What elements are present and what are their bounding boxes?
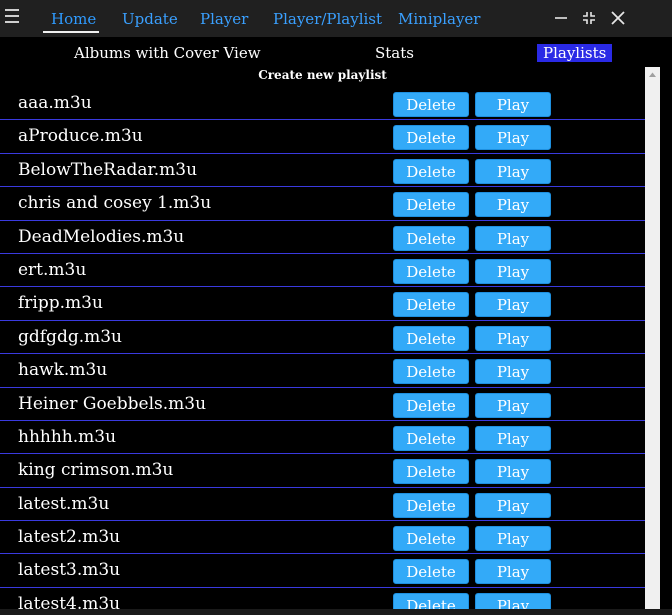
delete-button[interactable]: Delete <box>393 459 469 485</box>
playlist-row: aProduce.m3u Delete Play <box>0 120 645 154</box>
playlist-row: king crimson.m3u Delete Play <box>0 454 645 488</box>
playlist-row: latest2.m3u Delete Play <box>0 521 645 555</box>
playlist-row: gdfgdg.m3u Delete Play <box>0 321 645 355</box>
delete-button[interactable]: Delete <box>393 258 469 284</box>
playlist-row: latest4.m3u Delete Play <box>0 588 645 609</box>
delete-button[interactable]: Delete <box>393 158 469 184</box>
play-button[interactable]: Play <box>475 158 551 184</box>
create-new-playlist-link[interactable]: Create new playlist <box>0 68 645 82</box>
fullscreen-icon[interactable] <box>580 9 598 27</box>
delete-button[interactable]: Delete <box>393 125 469 151</box>
playlist-name: fripp.m3u <box>18 293 103 314</box>
playlist-name: aProduce.m3u <box>18 126 143 147</box>
play-button[interactable]: Play <box>475 459 551 485</box>
play-button[interactable]: Play <box>475 292 551 318</box>
play-button[interactable]: Play <box>475 325 551 351</box>
playlist-name: ert.m3u <box>18 259 87 280</box>
delete-button[interactable]: Delete <box>393 225 469 251</box>
play-button[interactable]: Play <box>475 225 551 251</box>
play-button[interactable]: Play <box>475 359 551 385</box>
tab-player[interactable]: Player <box>200 10 248 28</box>
play-button[interactable]: Play <box>475 425 551 451</box>
playlist-row: chris and cosey 1.m3u Delete Play <box>0 187 645 221</box>
playlist-name: Heiner Goebbels.m3u <box>18 393 207 414</box>
delete-button[interactable]: Delete <box>393 526 469 552</box>
tab-player-playlist[interactable]: Player/Playlist <box>273 10 382 28</box>
playlist-row: Heiner Goebbels.m3u Delete Play <box>0 388 645 421</box>
delete-button[interactable]: Delete <box>393 292 469 318</box>
playlist-row: hawk.m3u Delete Play <box>0 354 645 388</box>
playlist-row: DeadMelodies.m3u Delete Play <box>0 221 645 254</box>
play-button[interactable]: Play <box>475 92 551 117</box>
playlist-name: king crimson.m3u <box>18 460 174 481</box>
playlist-row: hhhhh.m3u Delete Play <box>0 421 645 455</box>
scroll-up-icon[interactable] <box>645 67 660 82</box>
playlist-name: hhhhh.m3u <box>18 426 117 447</box>
playlist-name: latest3.m3u <box>18 560 121 581</box>
play-button[interactable]: Play <box>475 192 551 218</box>
play-button[interactable]: Play <box>475 592 551 609</box>
scrollbar[interactable] <box>645 67 660 611</box>
sub-navigation: Albums with Cover View Stats Playlists <box>0 37 672 67</box>
playlist-name: chris and cosey 1.m3u <box>18 193 212 214</box>
playlist-name: hawk.m3u <box>18 360 108 381</box>
play-button[interactable]: Play <box>475 526 551 552</box>
playlist-name: gdfgdg.m3u <box>18 326 122 347</box>
playlist-name: DeadMelodies.m3u <box>18 226 185 247</box>
playlist-row: latest3.m3u Delete Play <box>0 554 645 588</box>
close-icon[interactable] <box>609 9 627 27</box>
window-edge <box>660 37 672 615</box>
playlist-name: aaa.m3u <box>18 93 92 113</box>
tab-home[interactable]: Home <box>51 10 96 28</box>
playlist-row: aaa.m3u Delete Play <box>0 87 645 121</box>
playlist-row: ert.m3u Delete Play <box>0 254 645 288</box>
play-button[interactable]: Play <box>475 125 551 151</box>
playlist-name: BelowTheRadar.m3u <box>18 159 198 180</box>
playlist-list: aaa.m3u Delete Play aProduce.m3u Delete Play B… <box>0 87 645 609</box>
delete-button[interactable]: Delete <box>393 192 469 218</box>
playlist-name: latest2.m3u <box>18 527 121 548</box>
delete-button[interactable]: Delete <box>393 559 469 585</box>
subnav-albums-cover-view[interactable]: Albums with Cover View <box>74 44 261 62</box>
delete-button[interactable]: Delete <box>393 592 469 609</box>
title-bar: Home Update Player Player/Playlist Minip… <box>0 0 672 37</box>
tab-update[interactable]: Update <box>122 10 178 28</box>
delete-button[interactable]: Delete <box>393 359 469 385</box>
active-tab-indicator <box>43 31 99 33</box>
delete-button[interactable]: Delete <box>393 392 469 418</box>
delete-button[interactable]: Delete <box>393 92 469 117</box>
minimize-icon[interactable] <box>552 9 570 27</box>
delete-button[interactable]: Delete <box>393 492 469 518</box>
play-button[interactable]: Play <box>475 258 551 284</box>
playlist-name: latest4.m3u <box>18 593 121 609</box>
playlist-row: BelowTheRadar.m3u Delete Play <box>0 154 645 188</box>
delete-button[interactable]: Delete <box>393 425 469 451</box>
play-button[interactable]: Play <box>475 559 551 585</box>
playlist-row: latest.m3u Delete Play <box>0 488 645 522</box>
play-button[interactable]: Play <box>475 492 551 518</box>
play-button[interactable]: Play <box>475 392 551 418</box>
delete-button[interactable]: Delete <box>393 325 469 351</box>
subnav-stats[interactable]: Stats <box>375 44 414 62</box>
status-strip <box>0 609 672 615</box>
hamburger-menu-icon[interactable] <box>5 9 19 25</box>
subnav-playlists[interactable]: Playlists <box>537 44 613 62</box>
playlist-name: latest.m3u <box>18 493 110 514</box>
tab-miniplayer[interactable]: Miniplayer <box>398 10 480 28</box>
playlist-row: fripp.m3u Delete Play <box>0 287 645 321</box>
